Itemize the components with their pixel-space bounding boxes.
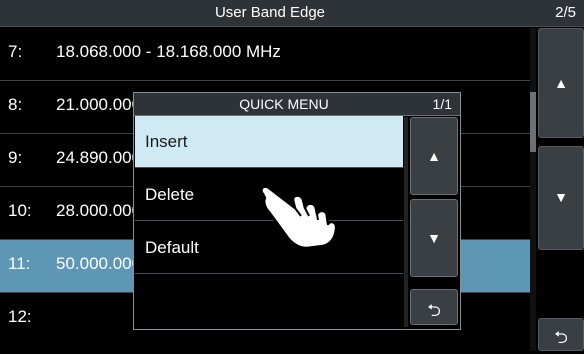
list-scrollbar[interactable] bbox=[530, 28, 536, 351]
scroll-down-button[interactable]: ▼ bbox=[538, 146, 584, 250]
scroll-up-button[interactable]: ▲ bbox=[538, 28, 584, 138]
quick-menu-title: QUICK MENU bbox=[239, 96, 329, 112]
title-bar: User Band Edge 2/5 bbox=[0, 0, 584, 27]
row-value: 18.068.000 - 18.168.000 MHz bbox=[56, 42, 281, 61]
quick-menu-title-bar: QUICK MENU 1/1 bbox=[134, 93, 460, 116]
hand-pointer-icon bbox=[260, 185, 338, 250]
menu-item-label: Delete bbox=[145, 185, 195, 204]
menu-item-empty bbox=[135, 275, 403, 329]
row-number: 12: bbox=[8, 307, 32, 326]
page-title: User Band Edge bbox=[214, 4, 326, 21]
up-arrow-icon: ▲ bbox=[427, 148, 441, 164]
quick-menu-up-button[interactable]: ▲ bbox=[410, 117, 458, 195]
row-number: 9: bbox=[8, 148, 23, 167]
row-value: 21.000.000 bbox=[56, 95, 142, 114]
row-value: 50.000.000 bbox=[56, 254, 142, 273]
row-number: 8: bbox=[8, 95, 23, 114]
page-indicator: 2/5 bbox=[555, 4, 576, 21]
row-value: 28.000.000 bbox=[56, 201, 142, 220]
list-item[interactable]: 7: 18.068.000 - 18.168.000 MHz bbox=[0, 28, 530, 81]
quick-menu-scrollbar[interactable] bbox=[404, 117, 408, 327]
menu-item-insert[interactable]: Insert bbox=[135, 116, 403, 168]
menu-item-label: Default bbox=[145, 238, 199, 257]
row-value: 24.890.000 bbox=[56, 148, 142, 167]
screen: User Band Edge 2/5 7: 18.068.000 - 18.16… bbox=[0, 0, 584, 351]
return-icon: ⮌ bbox=[427, 301, 441, 320]
up-arrow-icon: ▲ bbox=[554, 75, 568, 91]
return-icon: ⮌ bbox=[554, 328, 568, 347]
down-arrow-icon: ▼ bbox=[427, 230, 441, 246]
row-number: 7: bbox=[8, 42, 23, 61]
quick-menu-back-button[interactable]: ⮌ bbox=[410, 289, 458, 325]
scrollbar-thumb[interactable] bbox=[530, 92, 536, 152]
back-button[interactable]: ⮌ bbox=[538, 318, 584, 351]
row-number: 10: bbox=[8, 201, 32, 220]
quick-menu-down-button[interactable]: ▼ bbox=[410, 199, 458, 277]
row-number: 11: bbox=[8, 254, 31, 273]
quick-menu-page: 1/1 bbox=[432, 96, 452, 112]
menu-item-label: Insert bbox=[145, 132, 188, 151]
down-arrow-icon: ▼ bbox=[554, 189, 568, 205]
